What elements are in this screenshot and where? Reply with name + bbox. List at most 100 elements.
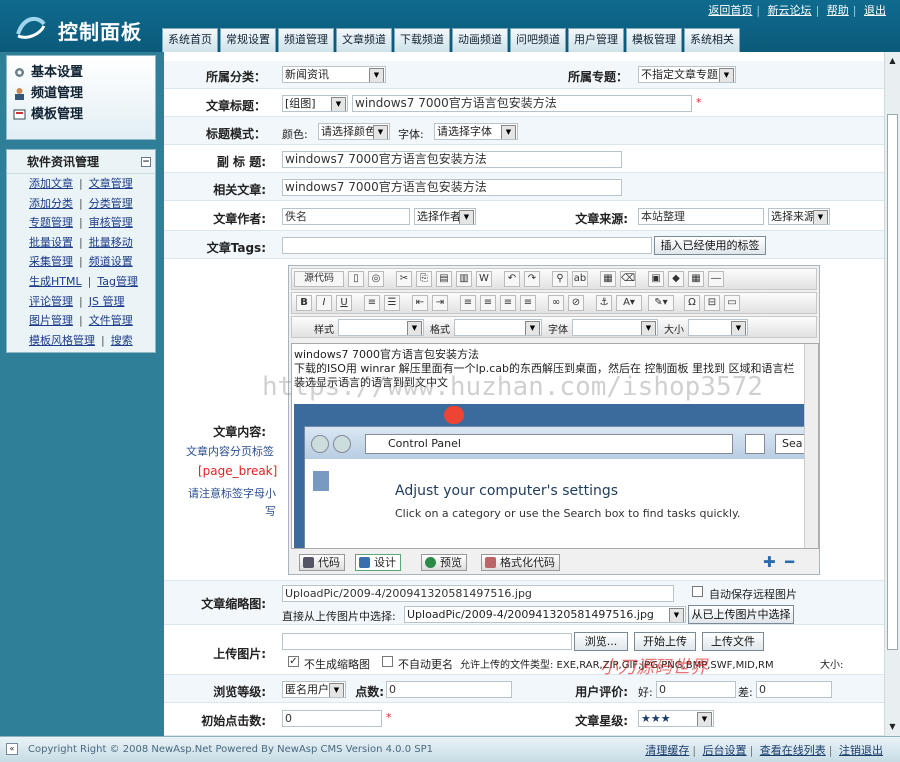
related-input[interactable]: windows7 7000官方语言包安装方法 [282, 179, 622, 196]
shrink-icon[interactable]: ━ [785, 553, 794, 571]
tab-users[interactable]: 用户管理 [568, 28, 624, 52]
paste-icon[interactable]: ▤ [436, 271, 452, 287]
start-upload-button[interactable]: 开始上传 [634, 632, 696, 651]
pick-uploaded-button[interactable]: 从已上传图片中选择 [688, 605, 794, 624]
preview-mode-button[interactable]: 预览 [421, 554, 467, 571]
sidebar-item-channel-management[interactable]: 频道管理 [7, 83, 155, 104]
upload-file-input[interactable] [282, 633, 572, 650]
tab-channel[interactable]: 频道管理 [278, 28, 334, 52]
anchor-icon[interactable]: ⚓ [596, 295, 612, 311]
cut-icon[interactable]: ✂ [396, 271, 412, 287]
align-right-icon[interactable]: ≡ [500, 295, 516, 311]
format-code-button[interactable]: 格式化代码 [481, 554, 560, 571]
image-icon[interactable]: ▣ [648, 271, 664, 287]
thumb-input[interactable]: UploadPic/2009-4/200941320581497516.jpg [282, 585, 674, 602]
design-mode-button[interactable]: 设计 [355, 554, 401, 571]
paste-word-icon[interactable]: W [476, 271, 492, 287]
level-select[interactable]: 匿名用户 [282, 681, 346, 698]
align-left-icon[interactable]: ≡ [460, 295, 476, 311]
italic-icon[interactable]: I [316, 295, 332, 311]
no-thumb-checkbox[interactable]: ✓ [288, 656, 299, 667]
sidebar-link[interactable]: 图片管理 [29, 314, 73, 327]
category-select[interactable]: 新闻资讯 [282, 66, 386, 83]
sidebar-link[interactable]: 添加分类 [29, 197, 73, 210]
redo-icon[interactable]: ↷ [524, 271, 540, 287]
subtitle-input[interactable]: windows7 7000官方语言包安装方法 [282, 151, 622, 168]
code-mode-button[interactable]: 代码 [299, 554, 345, 571]
tab-templates[interactable]: 模板管理 [626, 28, 682, 52]
color-select[interactable]: 请选择颜色 [318, 123, 390, 140]
outdent-icon[interactable]: ⇤ [412, 295, 428, 311]
tab-flash[interactable]: 动画频道 [452, 28, 508, 52]
scroll-up-icon[interactable]: ▲ [887, 56, 898, 66]
collapse-icon[interactable]: − [141, 157, 151, 167]
justify-icon[interactable]: ≡ [520, 295, 536, 311]
sidebar-link[interactable]: 频道设置 [89, 255, 133, 268]
no-rename-checkbox[interactable] [382, 656, 393, 667]
unlink-icon[interactable]: ⊘ [568, 295, 584, 311]
sidebar-link[interactable]: 评论管理 [29, 295, 73, 308]
tags-input[interactable] [282, 237, 652, 254]
flash-icon[interactable]: ◆ [668, 271, 684, 287]
sidebar-link[interactable]: 模板风格管理 [29, 334, 95, 347]
sidebar-link[interactable]: 批量移动 [89, 236, 133, 249]
rule-icon[interactable]: ― [708, 271, 724, 287]
insert-tags-button[interactable]: 插入已经使用的标签 [654, 236, 766, 255]
tab-home[interactable]: 系统首页 [162, 28, 218, 52]
thumb-pick-select[interactable]: UploadPic/2009-4/200941320581497516.jpg [404, 606, 686, 623]
enlarge-icon[interactable]: ✚ [763, 553, 776, 571]
link-help[interactable]: 帮助 [827, 4, 849, 17]
sidebar-link[interactable]: Tag管理 [97, 275, 138, 288]
good-input[interactable]: 0 [656, 681, 736, 698]
topic-select[interactable]: 不指定文章专题 [638, 66, 736, 83]
sidebar-link[interactable]: 生成HTML [29, 275, 82, 288]
sidebar-link[interactable]: 文件管理 [89, 314, 133, 327]
sidebar-item-basic-settings[interactable]: 基本设置 [7, 62, 155, 83]
sidebar-link[interactable]: 专题管理 [29, 216, 73, 229]
tab-download[interactable]: 下载频道 [394, 28, 450, 52]
link-logout[interactable]: 退出 [864, 4, 886, 17]
title-input[interactable]: windows7 7000官方语言包安装方法 [352, 95, 692, 112]
sidebar-link[interactable]: 添加文章 [29, 177, 73, 190]
source-input[interactable]: 本站整理 [638, 208, 764, 225]
scroll-thumb[interactable] [887, 114, 898, 650]
copy-icon[interactable]: ⎘ [416, 271, 432, 287]
unordered-list-icon[interactable]: ☰ [384, 295, 400, 311]
sidebar-link[interactable]: 搜索 [111, 334, 133, 347]
link-icon[interactable]: ∞ [548, 295, 564, 311]
format-select[interactable] [454, 319, 542, 336]
align-center-icon[interactable]: ≡ [480, 295, 496, 311]
table-icon[interactable]: ▦ [688, 271, 704, 287]
title-prefix-select[interactable]: [组图] [282, 95, 348, 112]
auto-save-checkbox[interactable] [692, 586, 703, 597]
editor-scrollbar[interactable] [804, 344, 818, 548]
logout-link[interactable]: 注销退出 [839, 744, 883, 757]
browse-button[interactable]: 浏览... [574, 632, 628, 651]
style-select[interactable] [338, 319, 424, 336]
sidebar-link[interactable]: JS 管理 [89, 295, 125, 308]
replace-icon[interactable]: ab [572, 271, 588, 287]
source-code-button[interactable]: 源代码 [294, 271, 344, 287]
online-list-link[interactable]: 查看在线列表 [760, 744, 826, 757]
find-icon[interactable]: ⚲ [552, 271, 568, 287]
sidebar-link[interactable]: 审核管理 [89, 216, 133, 229]
maximize-icon[interactable]: ▭ [724, 295, 740, 311]
special-char-icon[interactable]: Ω [684, 295, 700, 311]
collapse-sidebar-icon[interactable]: « [6, 743, 18, 755]
stars-select[interactable]: ★★★ [638, 710, 714, 727]
font-select[interactable]: 请选择字体 [434, 123, 518, 140]
sidebar-item-template-management[interactable]: 模板管理 [7, 104, 155, 125]
page-scrollbar[interactable]: ▲ ▼ [884, 52, 900, 736]
tab-general[interactable]: 常规设置 [220, 28, 276, 52]
upload-file-button[interactable]: 上传文件 [702, 632, 764, 651]
author-input[interactable]: 佚名 [282, 208, 410, 225]
indent-icon[interactable]: ⇥ [432, 295, 448, 311]
link-forum[interactable]: 新云论坛 [768, 4, 812, 17]
ordered-list-icon[interactable]: ≡ [364, 295, 380, 311]
admin-settings-link[interactable]: 后台设置 [703, 744, 747, 757]
sidebar-link[interactable]: 分类管理 [89, 197, 133, 210]
font-size-select[interactable] [688, 319, 748, 336]
underline-icon[interactable]: U [336, 295, 352, 311]
preview-icon[interactable]: ◎ [368, 271, 384, 287]
author-select[interactable]: 选择作者 [414, 208, 476, 225]
